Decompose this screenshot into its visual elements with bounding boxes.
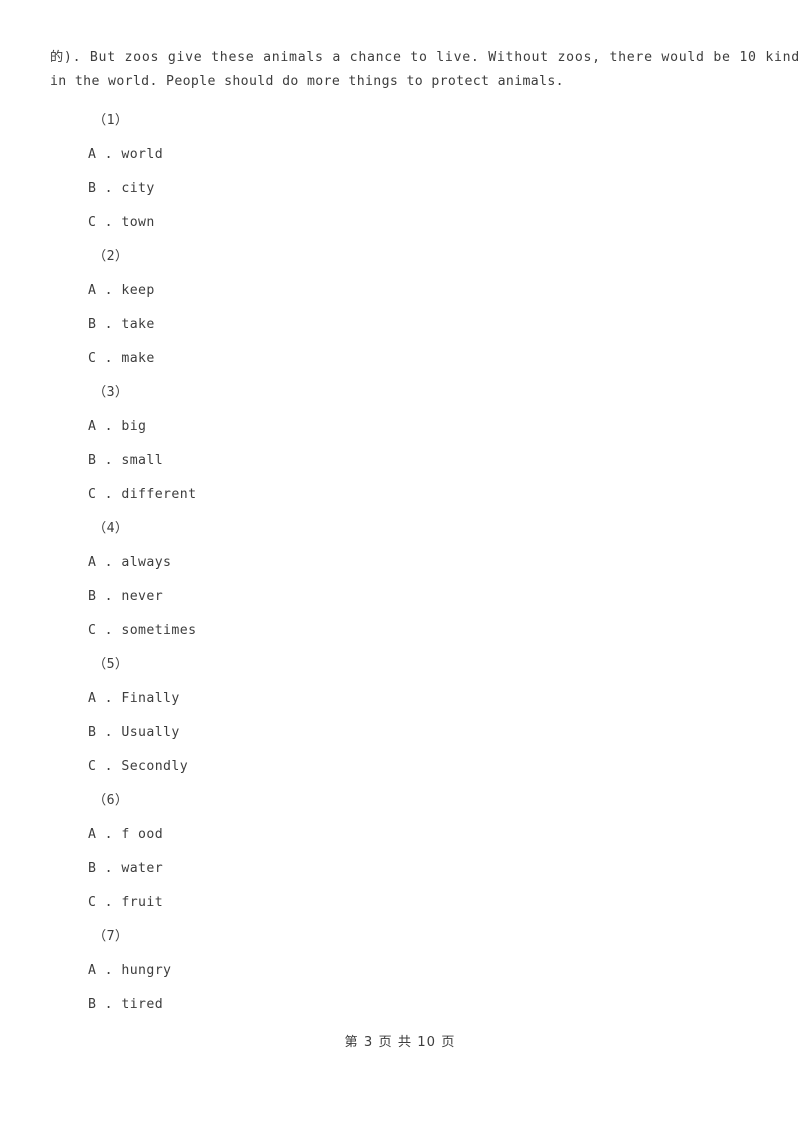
passage-line: 的). But zoos give these animals a chance…	[50, 50, 800, 65]
question-option[interactable]: B . small	[88, 444, 800, 478]
question-option[interactable]: B . Usually	[88, 716, 800, 750]
question-option[interactable]: C . Secondly	[88, 750, 800, 784]
passage-line: in the world. People should do more thin…	[50, 74, 564, 89]
question-item: （4） A . always B . never C . sometimes	[0, 512, 800, 648]
question-number: （2）	[93, 249, 129, 264]
question-item: （2） A . keep B . take C . make	[0, 240, 800, 376]
question-option[interactable]: A . f ood	[88, 818, 800, 852]
question-option[interactable]: B . city	[88, 172, 800, 206]
question-option[interactable]: A . keep	[88, 274, 800, 308]
question-option[interactable]: A . Finally	[88, 682, 800, 716]
question-option[interactable]: C . make	[88, 342, 800, 376]
question-list: （1） A . world B . city C . town （2） A . …	[0, 104, 800, 1022]
question-number: （1）	[93, 113, 129, 128]
document-page: 的). But zoos give these animals a chance…	[0, 0, 800, 1132]
question-number: （3）	[93, 385, 129, 400]
question-number: （5）	[93, 657, 129, 672]
question-option[interactable]: A . always	[88, 546, 800, 580]
question-item: （7） A . hungry B . tired	[0, 920, 800, 1022]
question-option[interactable]: B . take	[88, 308, 800, 342]
question-option[interactable]: B . water	[88, 852, 800, 886]
passage-paragraph: 的). But zoos give these animals a chance…	[50, 46, 800, 94]
question-option[interactable]: C . sometimes	[88, 614, 800, 648]
question-option[interactable]: A . big	[88, 410, 800, 444]
question-item: （6） A . f ood B . water C . fruit	[0, 784, 800, 920]
question-number: （6）	[93, 793, 129, 808]
question-item: （1） A . world B . city C . town	[0, 104, 800, 240]
question-option[interactable]: A . hungry	[88, 954, 800, 988]
question-option[interactable]: A . world	[88, 138, 800, 172]
question-option[interactable]: B . never	[88, 580, 800, 614]
question-number: （4）	[93, 521, 129, 536]
question-option[interactable]: C . fruit	[88, 886, 800, 920]
page-footer: 第 3 页 共 10 页	[344, 1035, 456, 1050]
question-item: （5） A . Finally B . Usually C . Secondly	[0, 648, 800, 784]
question-option[interactable]: C . town	[88, 206, 800, 240]
question-number: （7）	[93, 929, 129, 944]
question-option[interactable]: B . tired	[88, 988, 800, 1022]
question-item: （3） A . big B . small C . different	[0, 376, 800, 512]
question-option[interactable]: C . different	[88, 478, 800, 512]
